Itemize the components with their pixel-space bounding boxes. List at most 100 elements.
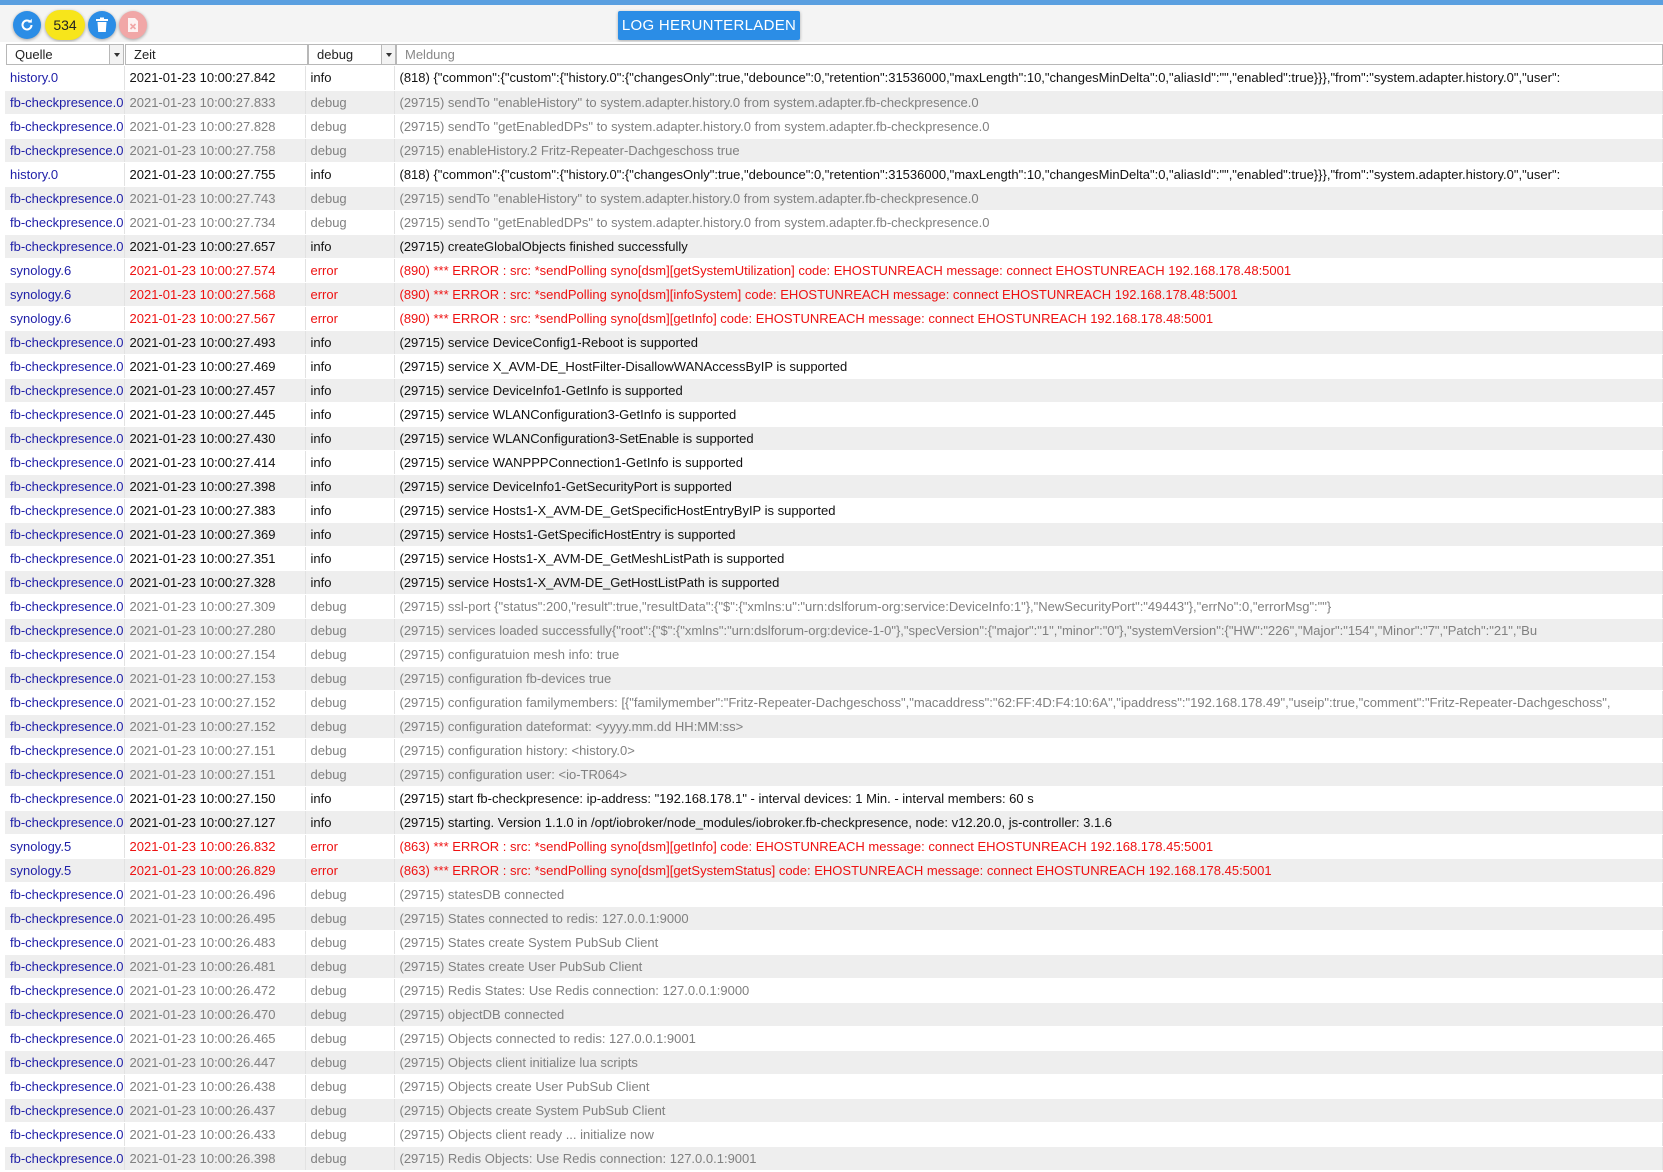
log-message: (29715) Objects connected to redis: 127.… [394, 1026, 1663, 1051]
delete-log-button[interactable] [88, 11, 116, 39]
log-level: debug [305, 1002, 395, 1027]
log-time: 2021-01-23 10:00:27.445 [124, 402, 306, 427]
log-source: fb-checkpresence.0 [5, 954, 125, 979]
log-level: debug [305, 906, 395, 931]
log-time: 2021-01-23 10:00:27.154 [124, 642, 306, 667]
log-message: (29715) service WLANConfiguration3-SetEn… [394, 426, 1663, 451]
source-filter-label: Quelle [15, 47, 53, 62]
log-level: debug [305, 1050, 395, 1075]
log-level: debug [305, 1146, 395, 1171]
log-time: 2021-01-23 10:00:27.152 [124, 690, 306, 715]
log-source: synology.5 [5, 858, 125, 883]
log-message: (29715) Objects client initialize lua sc… [394, 1050, 1663, 1075]
log-row: fb-checkpresence.0 2021-01-23 10:00:26.47… [5, 1002, 1663, 1027]
log-time: 2021-01-23 10:00:27.151 [124, 738, 306, 763]
log-level: info [305, 498, 395, 523]
log-level: info [305, 402, 395, 427]
log-time: 2021-01-23 10:00:27.828 [124, 114, 306, 139]
log-row: fb-checkpresence.0 2021-01-23 10:00:27.65… [5, 234, 1663, 259]
log-source: synology.5 [5, 834, 125, 859]
download-log-label: LOG HERUNTERLADEN [621, 17, 797, 34]
log-count-badge[interactable]: 534 [45, 10, 85, 40]
log-time: 2021-01-23 10:00:27.150 [124, 786, 306, 811]
log-time: 2021-01-23 10:00:26.483 [124, 930, 306, 955]
log-level: info [305, 786, 395, 811]
log-source: fb-checkpresence.0 [5, 594, 125, 619]
log-level: debug [305, 714, 395, 739]
log-source: fb-checkpresence.0 [5, 1074, 125, 1099]
log-level: error [305, 858, 395, 883]
log-message: (863) *** ERROR : src: *sendPolling syno… [394, 834, 1663, 859]
log-message: (29715) configuration history: <history.… [394, 738, 1663, 763]
log-time: 2021-01-23 10:00:27.457 [124, 378, 306, 403]
log-row: fb-checkpresence.0 2021-01-23 10:00:27.15… [5, 690, 1663, 715]
log-level: debug [305, 738, 395, 763]
log-message: (29715) service DeviceConfig1-Reboot is … [394, 330, 1663, 355]
clear-icon [128, 18, 138, 32]
log-source: fb-checkpresence.0 [5, 690, 125, 715]
clear-log-button[interactable] [119, 11, 147, 39]
log-row: fb-checkpresence.0 2021-01-23 10:00:27.15… [5, 786, 1663, 811]
log-time: 2021-01-23 10:00:27.493 [124, 330, 306, 355]
log-level: debug [305, 210, 395, 235]
log-row: fb-checkpresence.0 2021-01-23 10:00:27.83… [5, 90, 1663, 115]
log-row: fb-checkpresence.0 2021-01-23 10:00:26.48… [5, 930, 1663, 955]
message-filter-input[interactable]: Meldung [396, 44, 1663, 65]
log-time: 2021-01-23 10:00:27.734 [124, 210, 306, 235]
trash-icon [96, 17, 108, 32]
log-table-body: history.0 2021-01-23 10:00:27.842 info (818… [5, 66, 1663, 1171]
log-message: (29715) configuration user: <io-TR064> [394, 762, 1663, 787]
log-level: error [305, 258, 395, 283]
log-time: 2021-01-23 10:00:27.758 [124, 138, 306, 163]
log-row: history.0 2021-01-23 10:00:27.755 info (818… [5, 162, 1663, 187]
log-source: fb-checkpresence.0 [5, 570, 125, 595]
log-row: fb-checkpresence.0 2021-01-23 10:00:27.15… [5, 714, 1663, 739]
log-time: 2021-01-23 10:00:27.280 [124, 618, 306, 643]
log-source: fb-checkpresence.0 [5, 498, 125, 523]
log-source: fb-checkpresence.0 [5, 1146, 125, 1171]
log-time: 2021-01-23 10:00:26.447 [124, 1050, 306, 1075]
log-level: info [305, 522, 395, 547]
level-filter-select[interactable]: debug [308, 44, 396, 65]
log-source: fb-checkpresence.0 [5, 978, 125, 1003]
log-count-value: 534 [53, 17, 77, 33]
log-message: (29715) sendTo "getEnabledDPs" to system… [394, 210, 1663, 235]
log-level: info [305, 810, 395, 835]
log-level: debug [305, 138, 395, 163]
refresh-button[interactable] [13, 11, 41, 39]
log-message: (29715) States connected to redis: 127.0… [394, 906, 1663, 931]
log-row: fb-checkpresence.0 2021-01-23 10:00:26.48… [5, 954, 1663, 979]
log-message: (818) {"common":{"custom":{"history.0":{… [394, 162, 1663, 187]
log-time: 2021-01-23 10:00:26.437 [124, 1098, 306, 1123]
log-time: 2021-01-23 10:00:27.351 [124, 546, 306, 571]
log-source: fb-checkpresence.0 [5, 786, 125, 811]
log-source: fb-checkpresence.0 [5, 810, 125, 835]
log-level: debug [305, 642, 395, 667]
log-source: fb-checkpresence.0 [5, 450, 125, 475]
log-message: (29715) Objects create User PubSub Clien… [394, 1074, 1663, 1099]
log-message: (29715) configuration familymembers: [{"… [394, 690, 1663, 715]
log-level: info [305, 450, 395, 475]
log-source: fb-checkpresence.0 [5, 426, 125, 451]
filter-bar: Quelle Zeit debug Meldung [0, 42, 1663, 67]
message-filter-placeholder: Meldung [405, 47, 455, 62]
log-row: synology.6 2021-01-23 10:00:27.568 error (8… [5, 282, 1663, 307]
log-source: fb-checkpresence.0 [5, 378, 125, 403]
log-row: synology.6 2021-01-23 10:00:27.574 error (8… [5, 258, 1663, 283]
source-filter-select[interactable]: Quelle [6, 44, 124, 65]
log-message: (29715) configuration dateformat: <yyyy.… [394, 714, 1663, 739]
log-row: fb-checkpresence.0 2021-01-23 10:00:27.41… [5, 450, 1663, 475]
log-time: 2021-01-23 10:00:26.472 [124, 978, 306, 1003]
log-message: (29715) enableHistory.2 Fritz-Repeater-D… [394, 138, 1663, 163]
log-row: fb-checkpresence.0 2021-01-23 10:00:27.46… [5, 354, 1663, 379]
log-time: 2021-01-23 10:00:26.433 [124, 1122, 306, 1147]
log-row: fb-checkpresence.0 2021-01-23 10:00:27.15… [5, 762, 1663, 787]
log-source: fb-checkpresence.0 [5, 906, 125, 931]
log-row: fb-checkpresence.0 2021-01-23 10:00:26.39… [5, 1146, 1663, 1171]
chevron-down-icon[interactable] [109, 45, 123, 64]
chevron-down-icon[interactable] [381, 45, 395, 64]
log-table: history.0 2021-01-23 10:00:27.842 info (818… [5, 66, 1663, 1171]
download-log-button[interactable]: LOG HERUNTERLADEN [618, 11, 800, 40]
log-time: 2021-01-23 10:00:27.568 [124, 282, 306, 307]
log-level: debug [305, 114, 395, 139]
